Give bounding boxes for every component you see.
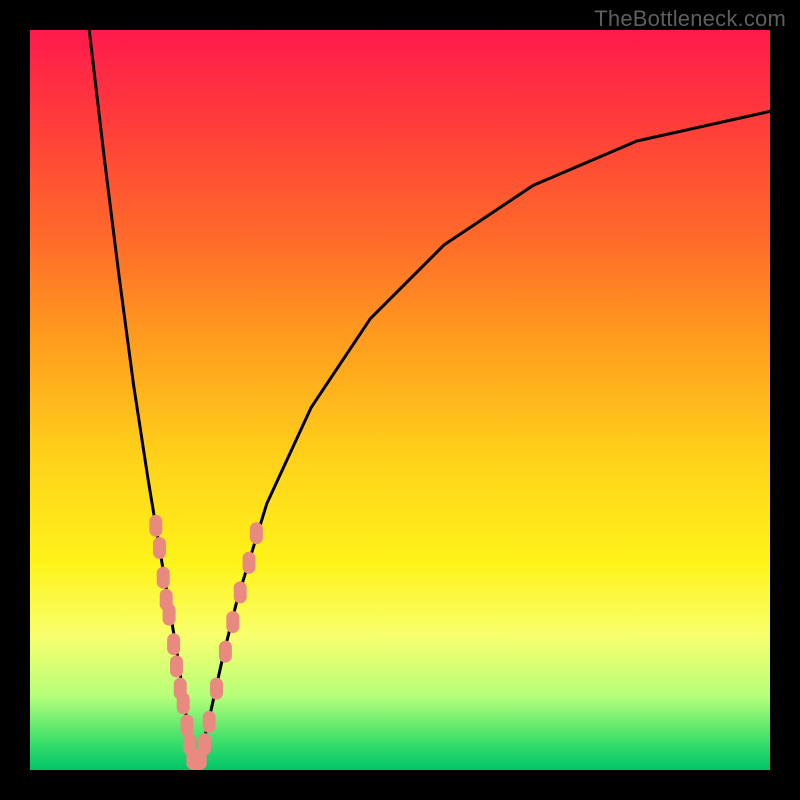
- sample-dot: [250, 522, 263, 544]
- sample-dot: [177, 692, 190, 714]
- sample-dot: [219, 641, 232, 663]
- sample-dot: [149, 515, 162, 537]
- sample-dot: [170, 655, 183, 677]
- plot-area: [30, 30, 770, 770]
- sample-dot: [234, 581, 247, 603]
- sample-dot: [157, 567, 170, 589]
- watermark-text: TheBottleneck.com: [594, 6, 786, 32]
- bottleneck-curve: [89, 30, 770, 763]
- sample-dot: [167, 633, 180, 655]
- sample-dot: [153, 537, 166, 559]
- sample-dot: [243, 552, 256, 574]
- sample-dot: [226, 611, 239, 633]
- sample-dot: [180, 715, 193, 737]
- bottleneck-chart: [30, 30, 770, 770]
- sample-dot: [198, 733, 211, 755]
- sample-dot: [163, 604, 176, 626]
- sample-dot: [203, 711, 216, 733]
- chart-frame: TheBottleneck.com: [0, 0, 800, 800]
- sample-dot: [210, 678, 223, 700]
